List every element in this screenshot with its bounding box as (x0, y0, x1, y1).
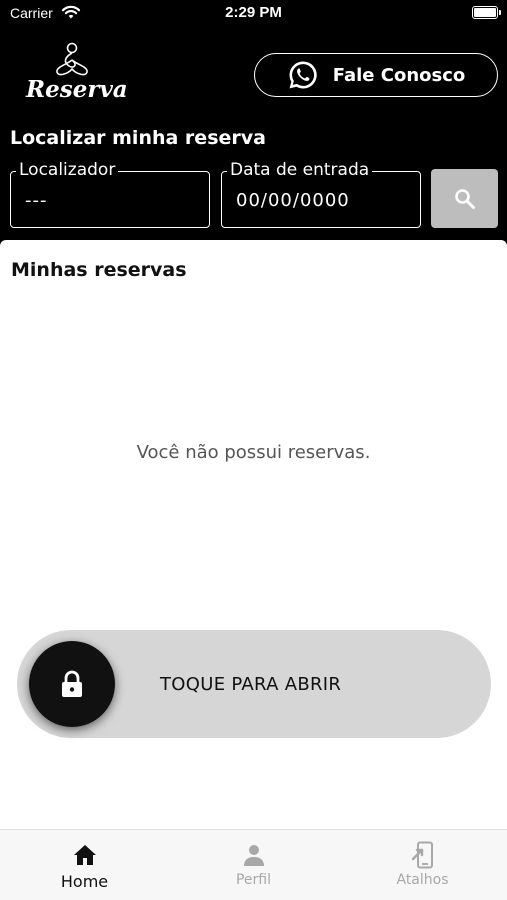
reservations-panel: Minhas reservas Você não possui reservas… (0, 240, 507, 829)
contact-us-button[interactable]: Fale Conosco (254, 53, 498, 97)
unlock-slider-label: TOQUE PARA ABRIR (160, 674, 342, 695)
tab-shortcuts[interactable]: Atalhos (338, 830, 507, 900)
tab-profile-label: Perfil (235, 872, 272, 888)
logo-wordmark: Reserva (26, 76, 128, 103)
locator-input[interactable] (11, 180, 209, 220)
lock-icon (62, 670, 82, 697)
status-bar: Carrier 2:29 PM (0, 0, 507, 30)
lotus-icon (56, 42, 88, 76)
brand-logo: Reserva (26, 42, 128, 108)
search-section-title: Localizar minha reserva (10, 127, 266, 149)
locator-label: Localizador (16, 160, 119, 180)
contact-us-label: Fale Conosco (332, 64, 466, 86)
search-button[interactable] (431, 169, 498, 228)
whatsapp-icon (289, 61, 317, 89)
tab-bar: Home Perfil Atalhos (0, 829, 507, 900)
unlock-slider-handle[interactable] (29, 641, 115, 727)
checkin-date-label: Data de entrada (227, 160, 373, 180)
tab-home-label: Home (60, 872, 109, 891)
checkin-date-input[interactable] (222, 180, 420, 220)
locator-field[interactable]: Localizador (10, 160, 210, 228)
unlock-slider[interactable]: TOQUE PARA ABRIR (17, 630, 491, 738)
battery-icon (472, 6, 501, 19)
shortcut-icon (411, 841, 435, 869)
checkin-date-field[interactable]: Data de entrada (221, 160, 421, 228)
tab-shortcuts-label: Atalhos (396, 872, 449, 888)
empty-reservations-message: Você não possui reservas. (136, 442, 371, 463)
person-icon (242, 842, 266, 868)
clock: 2:29 PM (225, 4, 282, 21)
reservations-title: Minhas reservas (11, 259, 187, 281)
home-icon (72, 842, 98, 868)
search-icon (454, 188, 475, 209)
tab-home[interactable]: Home (0, 830, 169, 900)
tab-profile[interactable]: Perfil (169, 830, 338, 900)
